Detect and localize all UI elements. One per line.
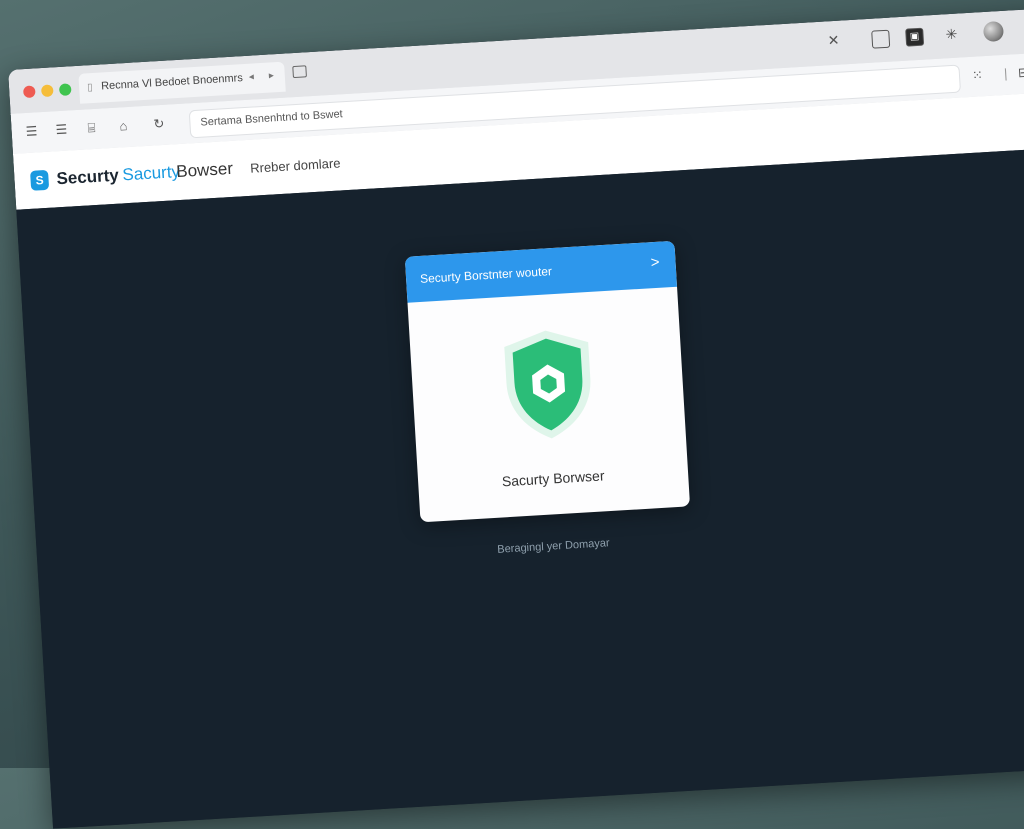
- bookmark-icon[interactable]: ⌸: [87, 120, 96, 136]
- address-text: Sertama Bsnenhtnd to Bswet: [200, 108, 344, 129]
- tab-active[interactable]: ▯ Recnna Vl Bedoet Bnoenmrs ◂ ▸: [78, 61, 286, 104]
- sidebar-toggle-button[interactable]: [871, 29, 891, 49]
- chevron-right-icon[interactable]: >: [650, 254, 660, 271]
- divider: |: [1003, 65, 1008, 81]
- minimize-window-button[interactable]: [40, 84, 54, 98]
- list-icon[interactable]: ☰: [55, 122, 68, 139]
- security-card: Securty Borstnter wouter > Sacurty Borws…: [404, 240, 691, 523]
- tab-back-icon[interactable]: ◂: [249, 71, 255, 82]
- logo-icon: S: [30, 169, 50, 191]
- page-icon: ▯: [86, 82, 94, 94]
- menu-icon[interactable]: ☰: [25, 123, 38, 140]
- card-title: Securty Borstnter wouter: [419, 264, 553, 286]
- card-caption: Sacurty Borwser: [501, 467, 605, 490]
- puzzle-icon[interactable]: ✳: [945, 26, 958, 44]
- extension-icon[interactable]: ▣: [905, 27, 925, 47]
- card-header: Securty Borstnter wouter >: [404, 240, 678, 303]
- loading-status: Beragingl yer Domayar: [496, 537, 610, 556]
- main-content: Securty Borstnter wouter > Sacurty Borws…: [16, 146, 1024, 829]
- close-window-button[interactable]: [22, 85, 36, 99]
- close-icon[interactable]: ✕: [827, 32, 840, 50]
- grid-icon[interactable]: ⁙: [972, 67, 984, 84]
- shield-icon: [504, 330, 591, 439]
- split-view-icon[interactable]: ⊟: [1017, 64, 1024, 81]
- tab-title: Recnna Vl Bedoet Bnoenmrs: [100, 72, 244, 93]
- nav-link[interactable]: Rreber domlare: [250, 155, 341, 175]
- browser-window: ▯ Recnna Vl Bedoet Bnoenmrs ◂ ▸ ✕ ▣ ✳ ☰ …: [8, 7, 1024, 829]
- logo-word-1: Securty: [55, 165, 120, 189]
- maximize-window-button[interactable]: [58, 83, 72, 96]
- home-icon[interactable]: ⌂: [119, 118, 128, 133]
- refresh-icon[interactable]: ↻: [153, 116, 165, 133]
- logo-word-2: Sacurty: [121, 161, 181, 185]
- tab-forward-icon[interactable]: ▸: [268, 70, 274, 81]
- logo-word-3: Bowser: [175, 158, 234, 182]
- new-tab-button[interactable]: [292, 65, 307, 79]
- avatar[interactable]: [982, 20, 1005, 43]
